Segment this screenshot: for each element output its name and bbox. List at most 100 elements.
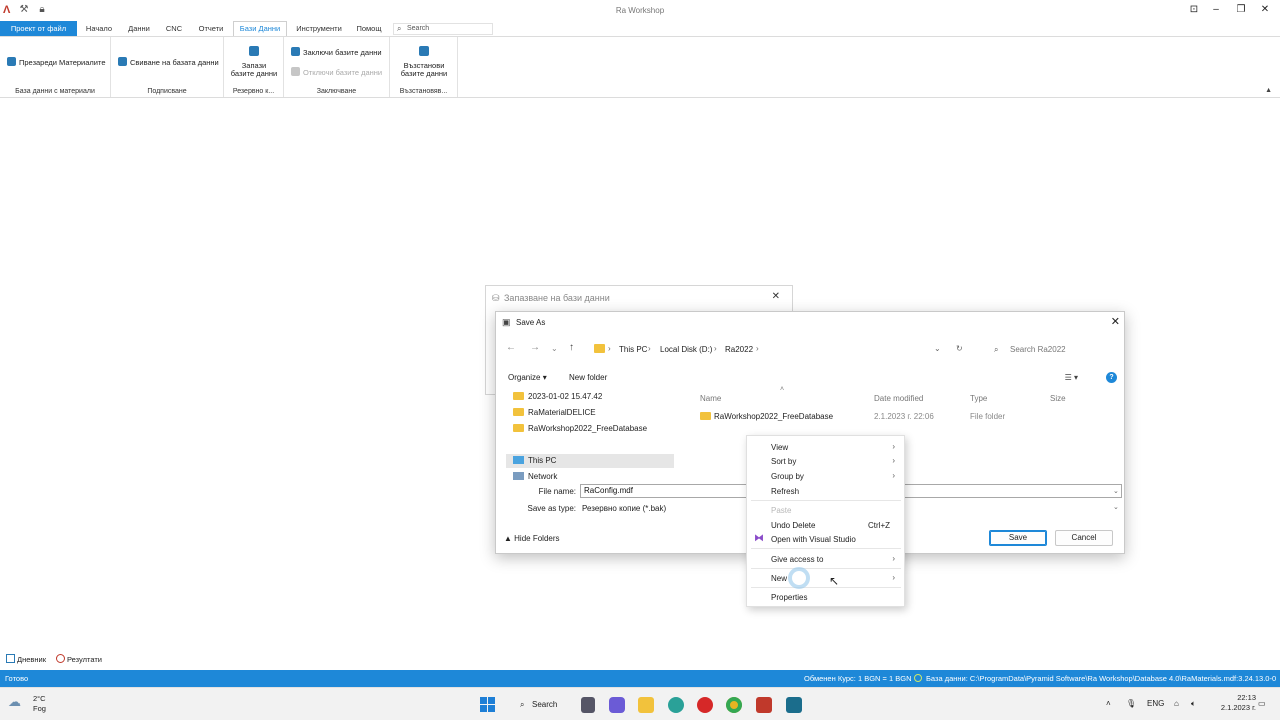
organize-label: Organize [508,373,541,382]
minimize-button[interactable]: – [1209,4,1223,16]
database-icon [118,57,127,66]
backup-dialog-close-icon[interactable]: ✕ [772,291,780,302]
collapse-ribbon-icon[interactable]: ▲ [1265,87,1272,94]
menu-item-paste[interactable]: Paste [771,506,791,515]
menu-item-properties[interactable]: Properties [771,593,807,602]
restore-databases-button[interactable]: Възстанови базите данни [390,46,458,78]
column-size[interactable]: Size [1050,394,1066,403]
tab-help[interactable]: Помощ [354,21,384,36]
breadcrumb-ra2022[interactable]: Ra2022 [725,345,753,354]
language-indicator[interactable]: ENG [1147,699,1164,708]
task-view-icon[interactable] [581,697,595,713]
folder-search-input[interactable]: ⌕ Search Ra2022 [990,340,1118,359]
column-date-modified[interactable]: Date modified [874,394,923,403]
hide-folders-button[interactable]: ▲ Hide Folders [504,534,560,543]
organize-button[interactable]: Organize ▾ [508,373,547,382]
tab-results[interactable]: Резултати [56,654,102,664]
menu-item-new[interactable]: New [771,574,787,583]
nav-network-label: Network [528,472,558,480]
tab-tools[interactable]: Инструменти [292,21,346,36]
shrink-database-button[interactable]: Свиване на базата данни [118,57,219,67]
backup-databases-button[interactable]: Запази базите данни [224,46,284,78]
file-explorer-icon[interactable] [638,697,654,713]
menu-item-sort-by[interactable]: Sort by [771,457,796,466]
column-type[interactable]: Type [970,394,987,403]
edge-browser-icon[interactable] [668,697,684,713]
menu-item-group-by[interactable]: Group by [771,472,804,481]
address-bar[interactable]: › This PC › Local Disk (D:) › Ra2022 › ⌄… [590,340,966,359]
breadcrumb-this-pc[interactable]: This PC [619,345,647,354]
microphone-icon[interactable]: 🎙︎ [1126,699,1136,708]
help-icon[interactable]: ? [1106,372,1117,383]
recent-chevron-icon[interactable]: ⌄ [551,344,558,353]
save-type-dropdown-icon[interactable]: ⌄ [1113,503,1119,511]
unlock-databases-button[interactable]: Отключи базите данни [291,67,382,77]
volume-icon[interactable]: 🔈︎ [1191,699,1196,709]
breadcrumb-separator: › [608,344,611,353]
restore-button[interactable]: ❐ [1234,4,1248,16]
tab-journal-label: Дневник [17,655,46,664]
column-name[interactable]: Name [700,394,721,403]
start-button[interactable] [480,697,495,712]
ribbon-group-restore: Възстанови базите данни Възстановяв... [390,37,458,97]
new-folder-button[interactable]: New folder [569,373,607,382]
taskbar-search-button[interactable]: ⌕ Search [511,696,563,714]
app-icon[interactable] [786,697,802,713]
network-tray-icon[interactable]: ⌂ [1174,699,1179,708]
nav-this-pc[interactable]: This PC [513,456,556,465]
file-name: RaWorkshop2022_FreeDatabase [714,412,834,421]
tray-overflow-icon[interactable]: ˄ [1106,699,1111,708]
tab-journal[interactable]: Дневник [6,654,46,664]
tab-reports[interactable]: Отчети [194,21,228,36]
address-dropdown-icon[interactable]: ⌄ [934,344,941,353]
file-type: File folder [970,412,1006,421]
file-name-dropdown-icon[interactable]: ⌄ [1113,487,1119,495]
menu-item-give-access[interactable]: Give access to [771,555,823,564]
back-arrow-icon[interactable]: ← [506,342,516,353]
up-arrow-icon[interactable]: ↑ [569,342,574,353]
save-type-select[interactable]: Резервно копие (*.bak) [582,504,666,513]
file-row[interactable]: RaWorkshop2022_FreeDatabase [700,412,833,421]
menu-item-open-visual-studio[interactable]: Open with Visual Studio [771,535,856,544]
cancel-button[interactable]: Cancel [1055,530,1113,546]
tab-project-file[interactable]: Проект от файл [0,21,77,36]
system-clock[interactable]: 22:13 2.1.2023 г. [1221,693,1256,713]
tab-databases[interactable]: Бази Данни [233,21,287,36]
chrome-icon[interactable] [726,697,742,713]
nav-folder-item[interactable]: RaMaterialDELICE [513,408,596,417]
save-button[interactable]: Save [989,530,1047,546]
reload-materials-button[interactable]: Презареди Материалите [7,57,105,67]
tab-data[interactable]: Данни [124,21,154,36]
tab-cnc[interactable]: CNC [162,21,186,36]
menu-item-refresh[interactable]: Refresh [771,487,799,496]
menu-divider [751,568,901,569]
nav-folder-item[interactable]: 2023-01-02 15.47.42 [513,392,602,401]
ribbon-search-input[interactable]: ⌕ Search [393,23,493,35]
results-icon [56,654,65,663]
breadcrumb-separator: › [648,344,651,353]
tab-home[interactable]: Начало [82,21,116,36]
refresh-icon[interactable]: ↻ [956,344,963,353]
nav-folder-item[interactable]: RaWorkshop2022_FreeDatabase [513,424,647,433]
breadcrumb-separator: › [756,344,759,353]
teams-chat-icon[interactable] [609,697,625,713]
close-button[interactable]: ✕ [1258,4,1272,16]
view-options-icon[interactable]: ☰ ▾ [1065,373,1078,382]
nav-network[interactable]: Network [513,472,557,480]
computer-icon [513,456,524,464]
forward-arrow-icon[interactable]: → [530,342,540,353]
submenu-arrow-icon: › [892,456,895,465]
ribbon-display-icon[interactable]: ⊡ [1187,4,1201,16]
bottom-panel-tabs: Дневник Резултати [0,650,1280,668]
menu-item-undo-delete[interactable]: Undo Delete [771,521,815,530]
submenu-arrow-icon: › [892,573,895,582]
notification-icon[interactable]: ▭ [1258,699,1266,708]
lock-databases-button[interactable]: Заключи базите данни [291,47,382,57]
shrink-database-label: Свиване на базата данни [130,58,219,67]
group-label-backup: Резервно к... [232,88,275,95]
media-player-icon[interactable] [697,697,713,713]
menu-item-view[interactable]: View [771,443,788,452]
breadcrumb-local-disk[interactable]: Local Disk (D:) [660,345,712,354]
ra-workshop-icon[interactable] [756,697,772,713]
save-as-close-icon[interactable]: ✕ [1111,315,1120,328]
